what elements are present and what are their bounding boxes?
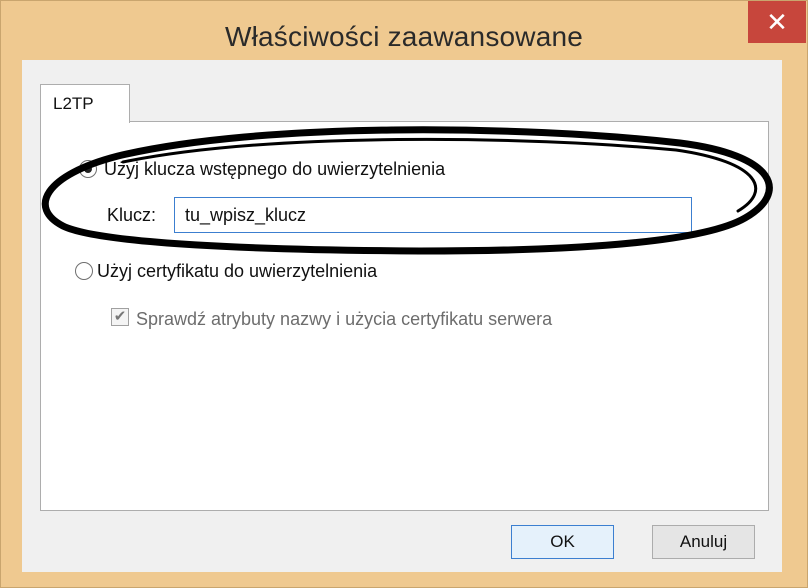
checkmark-icon: ✔: [113, 308, 127, 325]
certificate-radio[interactable]: [75, 262, 93, 280]
preshared-key-radio[interactable]: [79, 160, 97, 178]
tab-l2tp[interactable]: L2TP: [40, 84, 130, 123]
preshared-key-label[interactable]: Użyj klucza wstępnego do uwierzytelnieni…: [104, 159, 445, 180]
cancel-button[interactable]: Anuluj: [652, 525, 755, 559]
close-button[interactable]: ✕: [748, 1, 806, 43]
ok-button[interactable]: OK: [511, 525, 614, 559]
close-icon: ✕: [766, 6, 788, 37]
key-input[interactable]: [174, 197, 692, 233]
certificate-label[interactable]: Użyj certyfikatu do uwierzytelnienia: [97, 261, 377, 282]
window-title: Właściwości zaawansowane: [224, 21, 584, 52]
verify-cert-label[interactable]: Sprawdź atrybuty nazwy i użycia certyfik…: [136, 309, 552, 330]
key-label: Klucz:: [107, 205, 157, 225]
tab-label: L2TP: [53, 94, 94, 113]
verify-cert-checkbox[interactable]: ✔: [111, 308, 129, 326]
